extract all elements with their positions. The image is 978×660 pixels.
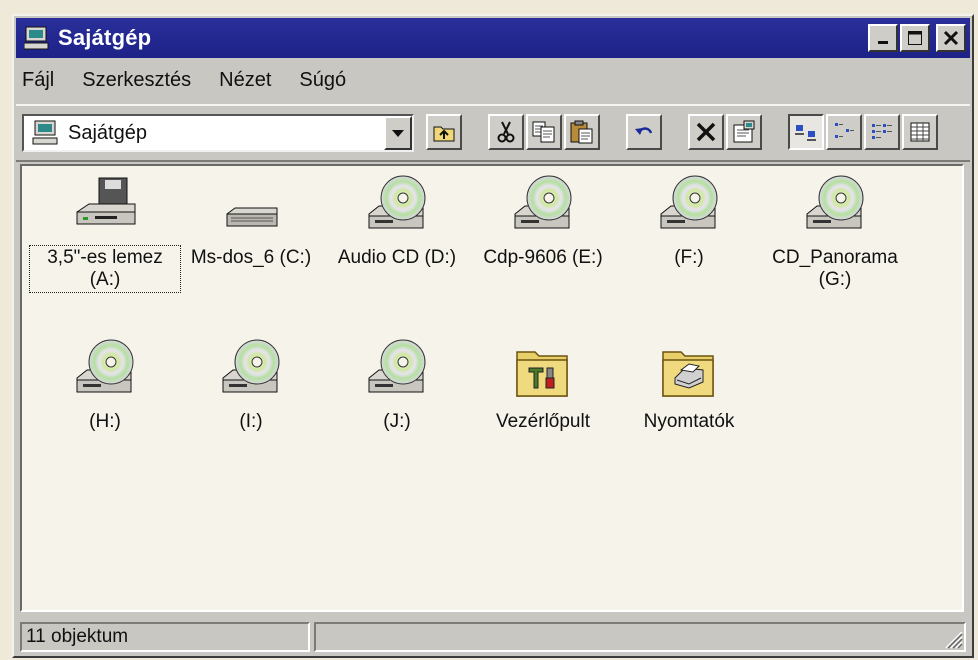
chevron-down-icon <box>392 130 404 137</box>
menu-view[interactable]: Nézet <box>205 69 285 92</box>
cd-drive-icon <box>368 175 426 229</box>
menu-file[interactable]: Fájl <box>20 69 68 92</box>
drive-label-a: 3,5"-es lemez (A:) <box>29 245 181 293</box>
close-button[interactable] <box>936 24 966 52</box>
hard-drive-icon <box>226 207 278 227</box>
printers-item[interactable]: Nyomtatók <box>614 338 764 434</box>
menu-edit[interactable]: Szerkesztés <box>68 69 205 92</box>
drive-label-h: (H:) <box>89 411 121 432</box>
drive-label-f: (F:) <box>674 247 704 268</box>
control-panel-item[interactable]: Vezérlőpult <box>468 338 618 434</box>
maximize-button[interactable] <box>900 24 930 52</box>
status-bar: 11 objektum <box>20 622 966 652</box>
control-panel-folder-icon <box>516 351 568 397</box>
cd-drive-icon <box>222 339 280 393</box>
drive-item-h[interactable]: (H:) <box>30 338 180 434</box>
drive-label-i: (I:) <box>239 411 263 432</box>
cut-icon <box>497 121 515 143</box>
details-view-button[interactable] <box>902 114 938 150</box>
drive-label-e: Cdp-9606 (E:) <box>483 247 603 268</box>
minimize-button[interactable] <box>868 24 898 52</box>
cut-button[interactable] <box>488 114 524 150</box>
file-view-area[interactable]: 3,5"-es lemez (A:) Ms-dos_6 (C:) Audio C… <box>20 164 964 612</box>
drive-item-j[interactable]: (J:) <box>322 338 472 434</box>
cd-drive-icon <box>368 339 426 393</box>
drive-label-g: CD_Panorama (G:) <box>772 247 898 290</box>
properties-icon <box>733 120 755 143</box>
cd-drive-icon <box>514 175 572 229</box>
drive-item-i[interactable]: (I:) <box>176 338 326 434</box>
status-object-count: 11 objektum <box>20 622 310 652</box>
undo-button[interactable] <box>626 114 662 150</box>
copy-icon <box>532 121 555 143</box>
drive-label-d: Audio CD (D:) <box>337 247 457 268</box>
up-folder-icon <box>433 126 455 142</box>
small-icons-view-icon <box>835 123 854 138</box>
small-icons-view-button[interactable] <box>826 114 862 150</box>
printers-label: Nyomtatók <box>643 411 735 432</box>
cd-drive-icon <box>806 175 864 229</box>
large-icons-view-icon <box>795 125 816 141</box>
address-value: Sajátgép <box>68 121 147 144</box>
floppy-drive-icon <box>76 177 136 225</box>
menu-bar: Fájl Szerkesztés Nézet Súgó <box>20 62 360 98</box>
large-icons-view-button[interactable] <box>788 114 824 150</box>
up-one-level-button[interactable] <box>426 114 462 150</box>
cd-drive-icon <box>660 175 718 229</box>
window-title: Sajátgép <box>58 25 152 50</box>
explorer-window: Sajátgép Fájl Szerkesztés Nézet Súgó Saj… <box>12 14 974 658</box>
delete-icon <box>696 122 716 142</box>
title-bar[interactable]: Sajátgép <box>16 18 970 58</box>
delete-button[interactable] <box>688 114 724 150</box>
properties-button[interactable] <box>726 114 762 150</box>
details-view-icon <box>910 122 930 142</box>
list-view-icon <box>872 124 892 139</box>
address-combobox[interactable]: Sajátgép <box>22 114 414 152</box>
maximize-icon <box>908 31 922 45</box>
copy-button[interactable] <box>526 114 562 150</box>
paste-button[interactable] <box>564 114 600 150</box>
cd-drive-icon <box>76 339 134 393</box>
drive-item-d[interactable]: Audio CD (D:) <box>322 174 472 270</box>
drive-item-f[interactable]: (F:) <box>614 174 764 270</box>
drive-label-j: (J:) <box>383 411 411 432</box>
undo-icon <box>635 127 653 135</box>
list-view-button[interactable] <box>864 114 900 150</box>
resize-grip-icon[interactable] <box>940 626 964 650</box>
address-dropdown-button[interactable] <box>384 116 412 150</box>
control-panel-label: Vezérlőpult <box>495 411 590 432</box>
menu-help[interactable]: Súgó <box>285 69 360 92</box>
printers-folder-icon <box>662 351 714 397</box>
my-computer-icon <box>24 26 49 50</box>
status-panel-empty <box>314 622 966 652</box>
close-icon <box>943 30 959 46</box>
my-computer-icon <box>32 120 58 145</box>
drive-item-e[interactable]: Cdp-9606 (E:) <box>468 174 618 270</box>
minimize-icon <box>878 41 888 44</box>
drive-item-c[interactable]: Ms-dos_6 (C:) <box>176 174 326 270</box>
drive-item-g[interactable]: CD_Panorama (G:) <box>760 174 910 292</box>
paste-icon <box>570 120 593 144</box>
drive-label-c: Ms-dos_6 (C:) <box>190 247 312 268</box>
drive-item-a[interactable]: 3,5"-es lemez (A:) <box>29 174 181 293</box>
toolbar: Sajátgép <box>16 104 970 162</box>
